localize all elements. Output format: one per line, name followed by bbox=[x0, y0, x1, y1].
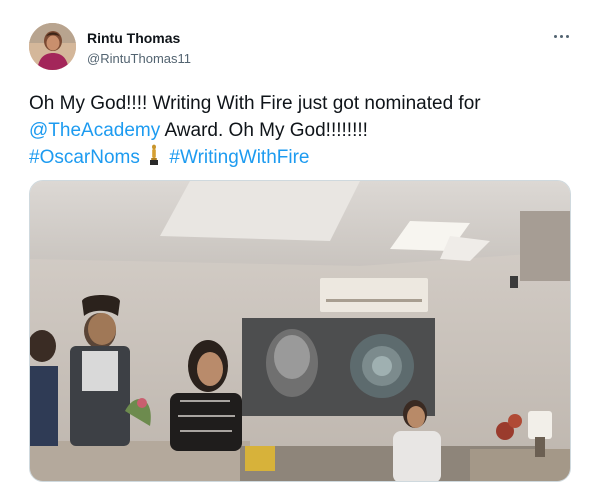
user-handle[interactable]: @RintuThomas11 bbox=[87, 51, 191, 67]
user-avatar[interactable] bbox=[29, 23, 76, 70]
photo-media-icon bbox=[30, 181, 570, 481]
mention-link[interactable]: @TheAcademy bbox=[29, 120, 160, 141]
more-horizontal-icon bbox=[553, 34, 557, 38]
hashtag-link-oscarnoms[interactable]: #OscarNoms bbox=[29, 147, 140, 168]
tweet-text: Oh My God!!!! Writing With Fire just got… bbox=[29, 90, 579, 171]
tweet-text-line1: Oh My God!!!! Writing With Fire just got… bbox=[29, 93, 481, 114]
more-options-button[interactable] bbox=[548, 26, 574, 46]
user-display-name[interactable]: Rintu Thomas bbox=[87, 30, 180, 47]
trophy-icon bbox=[148, 144, 160, 166]
tweet-card[interactable]: Rintu Thomas @RintuThomas11 Oh My God!!!… bbox=[0, 0, 600, 500]
hashtag-link-writingwithfire[interactable]: #WritingWithFire bbox=[169, 147, 309, 168]
tweet-photo[interactable] bbox=[29, 180, 571, 482]
tweet-text-line2: Award. Oh My God!!!!!!!! bbox=[160, 120, 368, 141]
profile-photo-icon bbox=[29, 23, 76, 70]
